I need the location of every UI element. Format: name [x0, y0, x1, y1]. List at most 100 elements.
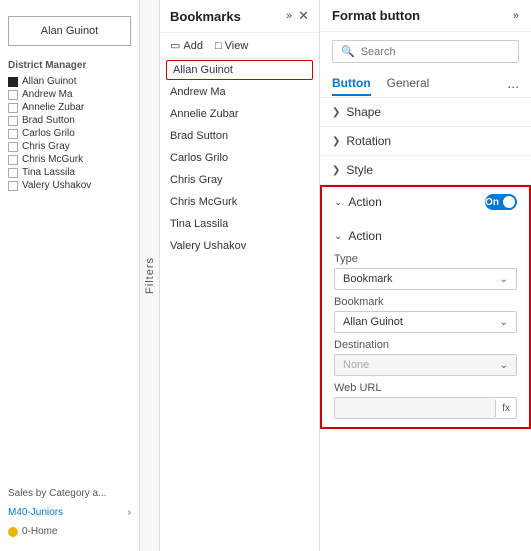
- tab-general[interactable]: General: [387, 72, 430, 96]
- rotation-section[interactable]: ❯ Rotation: [320, 127, 531, 156]
- list-item[interactable]: Tina Lassila: [8, 166, 131, 179]
- bookmarks-title: Bookmarks: [170, 9, 241, 24]
- web-url-input-row: fx: [334, 397, 517, 419]
- bookmark-item[interactable]: Tina Lassila: [160, 213, 319, 235]
- rotation-label: Rotation: [346, 134, 519, 148]
- type-label: Type: [334, 253, 517, 265]
- person-card[interactable]: Alan Guinot: [8, 16, 131, 46]
- checkbox-icon: [8, 181, 18, 191]
- filters-panel[interactable]: Filters: [140, 0, 160, 551]
- view-icon: □: [215, 40, 222, 52]
- list-item[interactable]: Andrew Ma: [8, 88, 131, 101]
- circle-icon: [8, 527, 18, 537]
- chevron-right-icon: ›: [128, 507, 131, 518]
- checkbox-icon: [8, 142, 18, 152]
- search-icon: 🔍: [341, 45, 355, 58]
- chevron-right-icon: ❯: [332, 136, 340, 147]
- bookmark-item[interactable]: Andrew Ma: [160, 81, 319, 103]
- destination-label: Destination: [334, 339, 517, 351]
- home-row: 0-Home: [8, 526, 131, 537]
- add-bookmark-button[interactable]: ▭ Add: [170, 39, 203, 52]
- bookmark-item[interactable]: Annelie Zubar: [160, 103, 319, 125]
- action-toggle[interactable]: On: [485, 194, 517, 210]
- destination-value: None: [343, 359, 369, 371]
- checkbox-icon: [8, 155, 18, 165]
- view-label: View: [225, 40, 249, 52]
- bookmarks-actions: ▭ Add □ View: [160, 33, 319, 59]
- tabs-row: Button General ...: [320, 71, 531, 98]
- m40-row[interactable]: M40-Juniors ›: [8, 507, 131, 518]
- bullet-icon: [8, 77, 18, 87]
- type-dropdown[interactable]: Bookmark ⌄: [334, 268, 517, 290]
- web-url-input[interactable]: [335, 398, 495, 418]
- bookmark-label: Bookmark: [334, 296, 517, 308]
- format-header-icons: »: [513, 10, 519, 22]
- district-name: Allan Guinot: [22, 76, 76, 87]
- checkbox-icon: [8, 90, 18, 100]
- shape-section[interactable]: ❯ Shape: [320, 98, 531, 127]
- web-url-label: Web URL: [334, 382, 517, 394]
- chevron-down-icon: ⌄: [500, 274, 508, 285]
- chevron-right-icon: ❯: [332, 107, 340, 118]
- action-content: ⌄ Action Type Bookmark ⌄ Bookmark Allan …: [322, 217, 529, 427]
- bookmark-dropdown[interactable]: Allan Guinot ⌄: [334, 311, 517, 333]
- action-header-row[interactable]: ⌄ Action On: [322, 187, 529, 217]
- filters-label: Filters: [144, 257, 156, 294]
- checkbox-icon: [8, 168, 18, 178]
- list-item[interactable]: Brad Sutton: [8, 114, 131, 127]
- tab-button[interactable]: Button: [332, 72, 371, 96]
- bookmark-item[interactable]: Chris McGurk: [160, 191, 319, 213]
- bookmark-item-selected[interactable]: Allan Guinot: [166, 60, 313, 80]
- m40-label: M40-Juniors: [8, 507, 63, 518]
- checkbox-icon: [8, 103, 18, 113]
- sub-action-label: Action: [348, 229, 517, 243]
- search-input[interactable]: [361, 46, 510, 58]
- list-item[interactable]: Chris McGurk: [8, 153, 131, 166]
- bookmark-item[interactable]: Chris Gray: [160, 169, 319, 191]
- bookmark-item[interactable]: Brad Sutton: [160, 125, 319, 147]
- home-label: 0-Home: [22, 526, 58, 537]
- fx-button[interactable]: fx: [495, 400, 516, 417]
- district-list: Allan Guinot Andrew Ma Annelie Zubar Bra…: [0, 75, 139, 192]
- destination-row: Destination None ⌄: [334, 339, 517, 376]
- type-value: Bookmark: [343, 273, 393, 285]
- style-section[interactable]: ❯ Style: [320, 156, 531, 185]
- toggle-knob: [503, 196, 515, 208]
- destination-dropdown[interactable]: None ⌄: [334, 354, 517, 376]
- chevron-down-icon: ⌄: [334, 197, 342, 208]
- list-item[interactable]: Carlos Grilo: [8, 127, 131, 140]
- format-panel: Format button » 🔍 Button General ... ❯ S…: [320, 0, 531, 551]
- checkbox-icon: [8, 116, 18, 126]
- bookmark-item[interactable]: Valery Ushakov: [160, 235, 319, 257]
- bottom-section: Sales by Category a... M40-Juniors › 0-H…: [0, 482, 139, 543]
- shape-label: Shape: [346, 105, 519, 119]
- list-item[interactable]: Valery Ushakov: [8, 179, 131, 192]
- view-bookmark-button[interactable]: □ View: [215, 40, 248, 52]
- chevron-down-icon: ⌄: [334, 231, 342, 242]
- style-label: Style: [346, 163, 519, 177]
- search-box[interactable]: 🔍: [332, 40, 519, 63]
- sub-action-row[interactable]: ⌄ Action: [334, 225, 517, 247]
- sales-label: Sales by Category a...: [8, 488, 131, 499]
- left-panel: Alan Guinot District Manager Allan Guino…: [0, 0, 140, 551]
- action-main-label: Action: [348, 195, 485, 209]
- list-item[interactable]: Allan Guinot: [8, 75, 131, 88]
- expand-icon[interactable]: »: [513, 10, 519, 22]
- add-label: Add: [183, 40, 203, 52]
- bookmarks-header: Bookmarks » ✕: [160, 0, 319, 33]
- expand-icon[interactable]: »: [286, 10, 292, 22]
- action-section: ⌄ Action On ⌄ Action Type Bookmark ⌄ Boo…: [320, 185, 531, 429]
- district-label: District Manager: [0, 54, 139, 75]
- format-title: Format button: [332, 8, 420, 23]
- close-icon[interactable]: ✕: [298, 8, 309, 24]
- chevron-down-icon: ⌄: [500, 317, 508, 328]
- list-item[interactable]: Chris Gray: [8, 140, 131, 153]
- list-item[interactable]: Annelie Zubar: [8, 101, 131, 114]
- sections: ❯ Shape ❯ Rotation ❯ Style ⌄ Action On: [320, 98, 531, 551]
- bookmark-list: Allan Guinot Andrew Ma Annelie Zubar Bra…: [160, 59, 319, 551]
- bookmarks-header-icons: » ✕: [286, 8, 309, 24]
- bookmarks-panel: Bookmarks » ✕ ▭ Add □ View Allan Guinot …: [160, 0, 320, 551]
- bookmark-item[interactable]: Carlos Grilo: [160, 147, 319, 169]
- tab-more[interactable]: ...: [507, 71, 519, 97]
- person-name: Alan Guinot: [41, 25, 98, 37]
